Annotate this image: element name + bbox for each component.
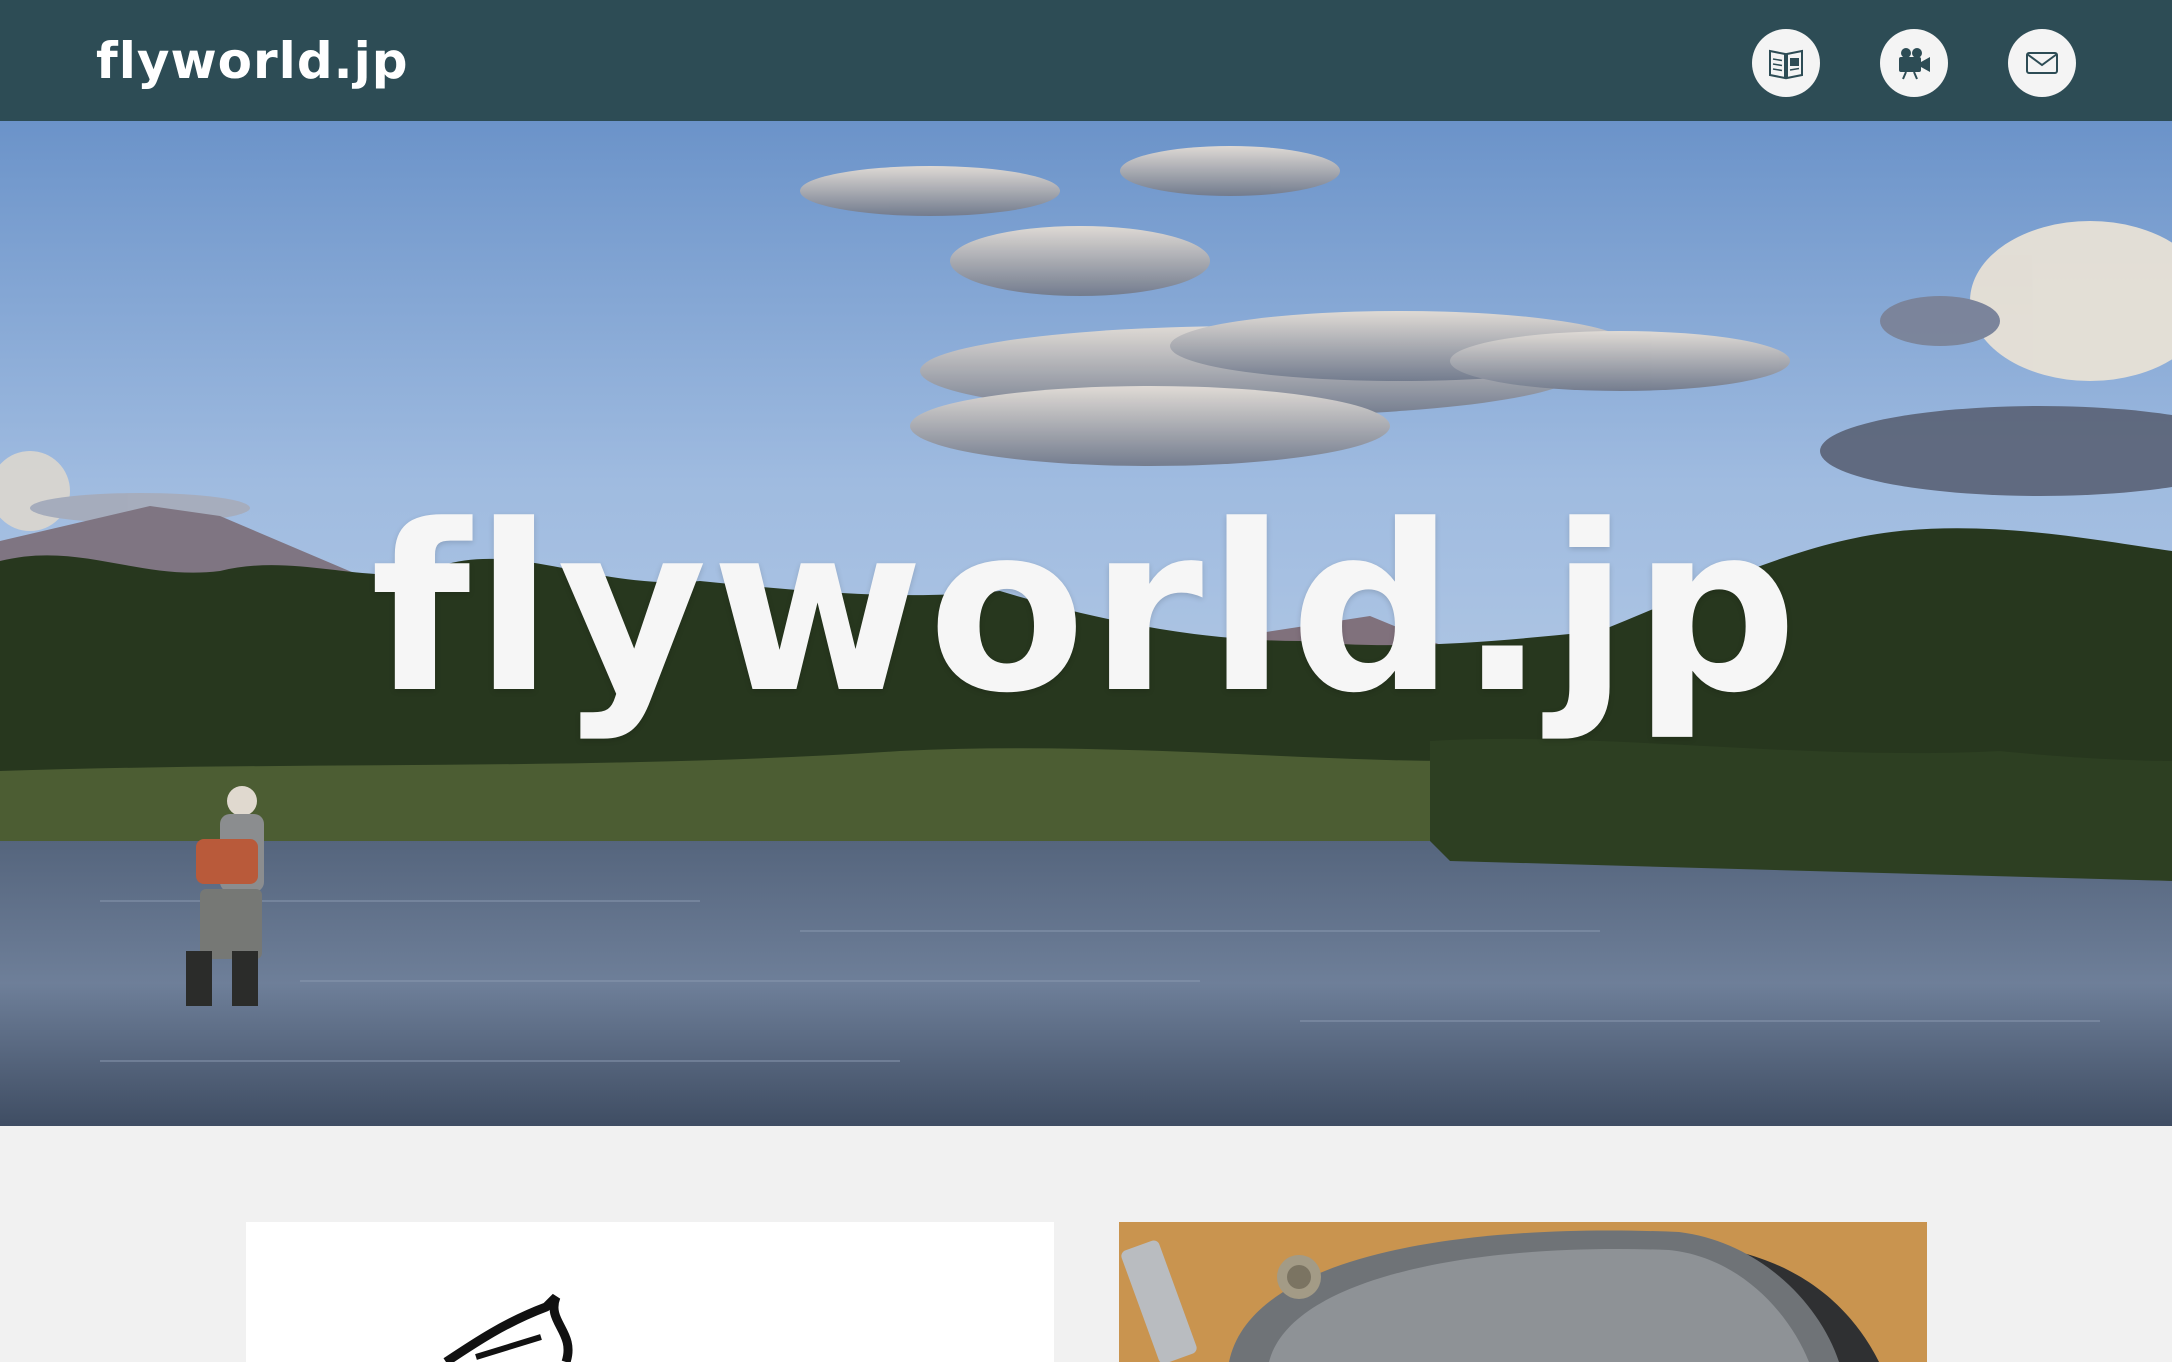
mail-button[interactable]	[2008, 29, 2076, 97]
video-camera-icon	[1899, 48, 1930, 80]
video-button[interactable]	[1880, 29, 1948, 97]
hero-title: flyworld.jp	[370, 477, 1802, 744]
hero-banner: flyworld.jp	[0, 121, 2172, 1126]
content-area	[0, 1126, 2172, 1362]
magazine-button[interactable]	[1752, 29, 1820, 97]
reel-photo	[1119, 1222, 1927, 1362]
site-header: flyworld.jp	[0, 0, 2172, 121]
magazine-icon	[1769, 49, 1803, 80]
article-card[interactable]	[1119, 1222, 1927, 1362]
fly-sketch-image	[443, 1293, 573, 1362]
article-card[interactable]	[246, 1222, 1054, 1362]
mail-icon	[2026, 52, 2058, 74]
site-logo[interactable]: flyworld.jp	[96, 26, 409, 96]
